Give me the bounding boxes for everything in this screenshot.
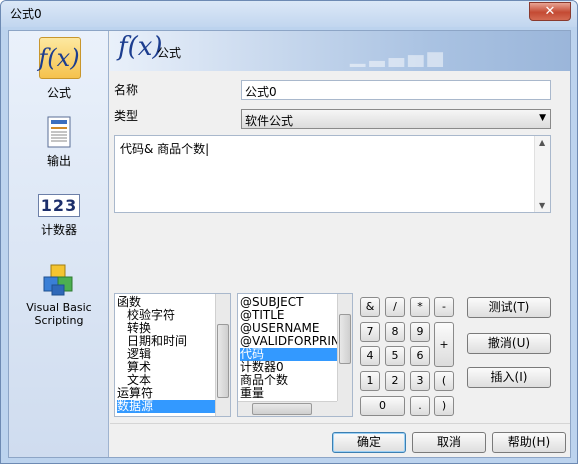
chevron-down-icon: ▼ [539,113,546,123]
key-7[interactable]: 7 [360,322,380,342]
key-6[interactable]: 6 [410,346,430,366]
field-item[interactable]: 重量 [240,387,264,400]
scroll-corner [337,401,352,416]
key-ampersand[interactable]: & [360,297,380,317]
cancel-button[interactable]: 取消 [412,432,486,453]
header-banner: f(x) 公式 ▁▂▃▄▅ [110,31,570,71]
banner-title: 公式 [157,46,182,60]
key-right-paren[interactable]: ) [434,396,454,416]
scroll-up-icon[interactable]: ▲ [539,138,545,147]
title-bar: 公式0 ✕ [1,1,577,27]
category-item-selected[interactable]: 数据源 [117,400,215,413]
left-nav: f(x) 公式 输出 123 计数器 Visual Basic Scriptin… [9,31,109,457]
expression-text: 代码& 商品个数| [120,142,210,156]
name-label: 名称 [114,83,139,97]
test-button[interactable]: 测试(T) [467,297,551,318]
field-list[interactable]: @SUBJECT @TITLE @USERNAME @VALIDFORPRINT… [237,293,353,417]
field-hscrollbar[interactable] [238,401,338,416]
key-8[interactable]: 8 [385,322,405,342]
key-dot[interactable]: . [410,396,430,416]
nav-item-label: 公式 [46,86,71,100]
key-5[interactable]: 5 [385,346,405,366]
counter-icon: 123 [37,194,81,217]
key-2[interactable]: 2 [385,371,405,391]
expression-scrollbar[interactable]: ▲ ▼ [534,136,550,212]
type-select-value: 软件公式 [245,114,294,128]
dialog-client: f(x) 公式 输出 123 计数器 Visual Basic Scriptin… [8,30,571,458]
key-4[interactable]: 4 [360,346,380,366]
banner-decoration: ▁▂▃▄▅ [350,43,447,67]
key-plus[interactable]: + [434,322,454,367]
scrollbar-thumb[interactable] [339,314,351,364]
type-label: 类型 [114,109,139,123]
nav-item-output[interactable]: 输出 [9,116,109,169]
nav-item-vbs[interactable]: Visual Basic Scripting [9,263,109,327]
scrollbar-thumb[interactable] [217,324,229,398]
nav-item-counter[interactable]: 123 计数器 [9,194,109,238]
nav-item-label: 输出 [46,154,71,168]
formula-dialog-window: 公式0 ✕ f(x) 公式 输出 123 计数器 Visual Basic Sc… [0,0,578,464]
scroll-down-icon[interactable]: ▼ [539,201,545,210]
formula-icon: f(x) [38,44,80,72]
key-divide[interactable]: / [385,297,405,317]
ok-button[interactable]: 确定 [332,432,406,453]
key-3[interactable]: 3 [410,371,430,391]
key-minus[interactable]: - [434,297,454,317]
scrollbar-thumb[interactable] [252,403,312,415]
key-multiply[interactable]: * [410,297,430,317]
help-button[interactable]: 帮助(H) [492,432,566,453]
window-title: 公式0 [10,7,42,21]
close-button[interactable]: ✕ [529,2,571,21]
footer-divider [110,423,570,424]
category-scrollbar[interactable] [215,294,230,416]
key-9[interactable]: 9 [410,322,430,342]
nav-item-formula[interactable]: f(x) 公式 [9,34,109,101]
undo-button[interactable]: 撤消(U) [467,333,551,354]
document-icon [47,116,71,148]
type-select[interactable]: 软件公式 ▼ [241,109,551,129]
field-scrollbar[interactable] [337,294,352,401]
insert-button[interactable]: 插入(I) [467,367,551,388]
expression-editor[interactable]: 代码& 商品个数| ▲ ▼ [114,135,551,213]
category-list[interactable]: 函数 校验字符 转换 日期和时间 逻辑 算术 文本 运算符 数据源 [114,293,231,417]
key-1[interactable]: 1 [360,371,380,391]
name-input[interactable]: 公式0 [241,80,551,100]
key-0[interactable]: 0 [360,396,405,416]
nav-item-label: Visual Basic Scripting [26,301,92,327]
key-left-paren[interactable]: ( [434,371,454,391]
vbs-blocks-icon [43,264,73,296]
formula-icon: f(x) [118,32,163,62]
nav-item-label: 计数器 [40,223,77,237]
